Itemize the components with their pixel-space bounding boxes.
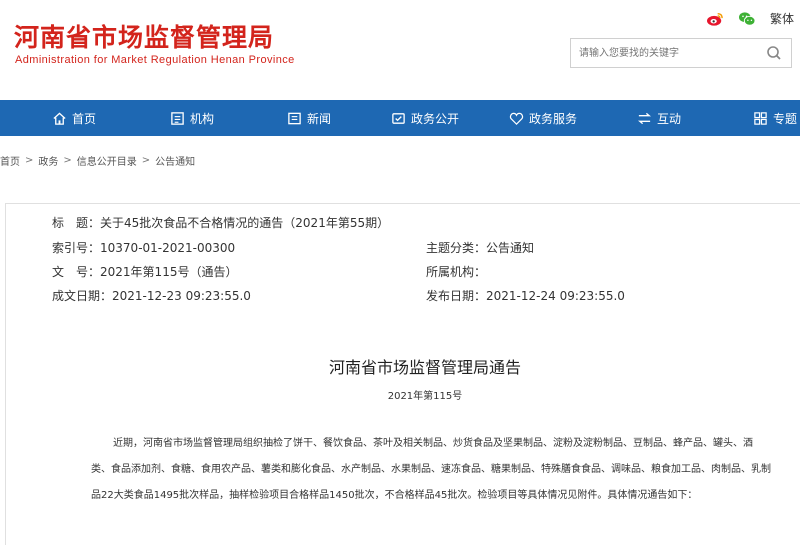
document-number: 2021年第115号 xyxy=(387,391,463,402)
meta-index-value: 10370-01-2021-00300 xyxy=(100,241,236,255)
news-icon xyxy=(288,112,301,124)
traditional-chinese-link[interactable]: 繁体 xyxy=(770,10,794,27)
gov-open-icon xyxy=(392,112,405,124)
search-input[interactable] xyxy=(571,39,751,67)
nav-label: 专题 xyxy=(773,111,798,126)
meta-index-label: 索引号： xyxy=(52,241,101,255)
meta-published-label: 发布日期： xyxy=(426,289,487,303)
meta-doc-no-label: 文 号： xyxy=(52,265,101,279)
home-icon xyxy=(53,111,66,125)
meta-category-label: 主题分类： xyxy=(426,241,487,255)
breadcrumb-item-catalog[interactable]: 信息公开目录 xyxy=(77,153,137,168)
document-body: 近期，河南省市场监督管理局组织抽检了饼干、餐饮食品、茶叶及相关制品、炒货食品及坚… xyxy=(91,438,771,501)
meta-created: 成文日期：2021-12-23 09:23:55.0 xyxy=(52,287,251,304)
nav-item-news[interactable]: 新闻 xyxy=(287,100,331,136)
meta-category-value: 公告通知 xyxy=(486,241,535,255)
meta-published-value: 2021-12-24 09:23:55.0 xyxy=(486,289,625,303)
interact-icon xyxy=(637,112,652,124)
meta-created-value: 2021-12-23 09:23:55.0 xyxy=(112,289,251,303)
breadcrumb-item-home[interactable]: 首页 xyxy=(0,153,20,168)
breadcrumb-item-gov[interactable]: 政务 xyxy=(38,153,58,168)
nav-item-org[interactable]: 机构 xyxy=(170,100,214,136)
search-box xyxy=(570,38,792,68)
topic-icon xyxy=(754,111,767,125)
nav-item-gov-service[interactable]: 政务服务 xyxy=(509,100,577,136)
meta-index: 索引号：10370-01-2021-00300 xyxy=(52,239,235,256)
nav-label: 政务服务 xyxy=(529,111,578,126)
org-icon xyxy=(171,111,184,125)
breadcrumb-item-notice[interactable]: 公告通知 xyxy=(155,153,195,168)
site-header: 河南省市场监督管理局 Administration for Market Reg… xyxy=(0,0,800,100)
breadcrumb: 首页 > 政务 > 信息公开目录 > 公告通知 xyxy=(0,153,195,168)
meta-title: 标 题：关于45批次食品不合格情况的通告（2021年第55期） xyxy=(52,214,389,231)
nav-item-interact[interactable]: 互动 xyxy=(637,100,681,136)
meta-title-value: 关于45批次食品不合格情况的通告（2021年第55期） xyxy=(100,216,390,230)
breadcrumb-separator: > xyxy=(141,155,151,166)
top-links: 繁体 xyxy=(706,10,794,27)
breadcrumb-separator: > xyxy=(25,155,34,166)
meta-org-label: 所属机构： xyxy=(426,265,487,279)
nav-item-topic[interactable]: 专题 xyxy=(753,100,797,136)
search-icon xyxy=(767,46,781,60)
breadcrumb-separator: > xyxy=(63,155,72,166)
nav-label: 首页 xyxy=(72,111,97,126)
search-button[interactable] xyxy=(757,39,791,67)
meta-title-label: 标 题： xyxy=(52,216,101,230)
nav-label: 互动 xyxy=(657,111,682,126)
meta-doc-no-value: 2021年第115号（通告） xyxy=(100,265,238,279)
main-nav: 首页 机构 新闻 政务公开 政务服务 互动 专题 xyxy=(0,100,800,136)
document-heading: 河南省市场监督管理局通告 xyxy=(328,358,521,377)
nav-label: 政务公开 xyxy=(411,111,460,126)
meta-category: 主题分类：公告通知 xyxy=(426,239,534,256)
site-logo-en[interactable]: Administration for Market Regulation Hen… xyxy=(15,54,295,66)
nav-label: 机构 xyxy=(190,111,215,126)
meta-published: 发布日期：2021-12-24 09:23:55.0 xyxy=(426,287,625,304)
nav-item-gov-open[interactable]: 政务公开 xyxy=(391,100,459,136)
wechat-icon[interactable] xyxy=(738,11,756,27)
meta-org: 所属机构： xyxy=(426,263,486,280)
meta-created-label: 成文日期： xyxy=(52,289,113,303)
meta-doc-no: 文 号：2021年第115号（通告） xyxy=(52,263,237,280)
weibo-icon[interactable] xyxy=(706,11,724,27)
nav-item-home[interactable]: 首页 xyxy=(52,100,96,136)
site-logo-cn[interactable]: 河南省市场监督管理局 xyxy=(14,18,274,54)
heart-icon xyxy=(509,112,524,125)
nav-label: 新闻 xyxy=(307,111,332,126)
